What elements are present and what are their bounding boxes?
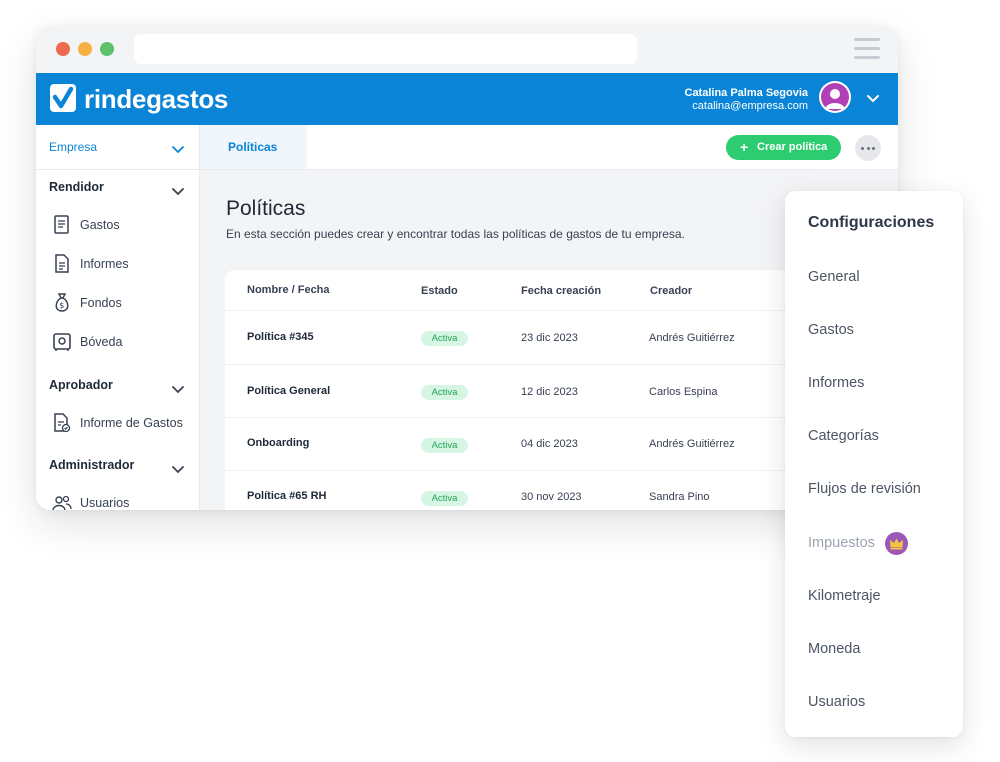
creator-name: Andrés Guitiérrez — [649, 332, 735, 344]
tab-politicas[interactable]: Políticas — [200, 125, 307, 169]
user-icon — [821, 83, 849, 111]
settings-item-moneda[interactable]: Moneda — [808, 641, 860, 657]
window-close-dot[interactable] — [56, 42, 70, 56]
sidebar-item-usuarios[interactable]: Usuarios — [52, 492, 197, 510]
users-icon — [52, 492, 72, 510]
chevron-down-icon — [172, 141, 184, 159]
svg-text:$: $ — [59, 301, 64, 310]
column-header-creator[interactable]: Creador — [650, 285, 692, 297]
status-badge: Activa — [421, 438, 468, 453]
chevron-down-icon[interactable] — [172, 183, 184, 201]
status-badge: Activa — [421, 491, 468, 506]
sidebar-section-administrador[interactable]: Administrador — [49, 458, 134, 472]
settings-item-kilometraje[interactable]: Kilometraje — [808, 588, 881, 604]
plus-icon: + — [740, 139, 749, 155]
tab-bar: Políticas + Crear política — [200, 125, 898, 170]
creator-name: Andrés Guitiérrez — [649, 438, 735, 450]
user-name: Catalina Palma Segovia — [684, 87, 809, 99]
create-policy-button[interactable]: + Crear política — [726, 135, 841, 160]
column-header-date[interactable]: Fecha creación — [521, 285, 601, 297]
tab-label: Políticas — [228, 140, 278, 154]
premium-crown-icon — [885, 532, 908, 555]
settings-item-general[interactable]: General — [808, 269, 860, 285]
settings-item-usuarios[interactable]: Usuarios — [808, 694, 865, 710]
sidebar-item-label: Fondos — [80, 296, 122, 310]
creation-date: 12 dic 2023 — [521, 386, 578, 398]
sidebar-item-boveda[interactable]: Bóveda — [52, 331, 197, 355]
report-check-icon — [52, 412, 72, 439]
user-menu-chevron-down-icon[interactable] — [866, 91, 880, 109]
create-policy-label: Crear política — [757, 141, 828, 153]
browser-window: rindegastos Catalina Palma Segovia catal… — [36, 26, 898, 510]
page-description: En esta sección puedes crear y encontrar… — [226, 227, 685, 241]
brand-logo-text: rindegastos — [84, 84, 229, 114]
settings-item-informes[interactable]: Informes — [808, 375, 864, 391]
creator-name: Sandra Pino — [649, 491, 710, 503]
policy-name[interactable]: Política General — [247, 385, 330, 397]
chevron-down-icon[interactable] — [172, 381, 184, 399]
creation-date: 30 nov 2023 — [521, 491, 582, 503]
sidebar-item-informe-de-gastos[interactable]: Informe de Gastos — [52, 412, 197, 436]
sidebar-item-label: Bóveda — [80, 335, 123, 349]
status-badge: Activa — [421, 385, 468, 400]
sidebar-section-rendidor[interactable]: Rendidor — [49, 180, 104, 194]
creation-date: 04 dic 2023 — [521, 438, 578, 450]
sidebar-item-label: Usuarios — [80, 496, 130, 510]
address-bar[interactable] — [134, 34, 637, 64]
creation-date: 23 dic 2023 — [521, 332, 578, 344]
document-icon — [52, 253, 72, 280]
company-select-label: Empresa — [49, 140, 98, 154]
chevron-down-icon[interactable] — [172, 461, 184, 479]
policy-name[interactable]: Onboarding — [247, 437, 309, 449]
sidebar-item-gastos[interactable]: Gastos — [52, 214, 197, 238]
sidebar: Empresa Rendidor Gastos Informes $ Fondo… — [36, 125, 200, 510]
column-header-status[interactable]: Estado — [421, 285, 458, 297]
avatar[interactable] — [819, 81, 851, 113]
sidebar-section-aprobador[interactable]: Aprobador — [49, 378, 113, 392]
company-select[interactable]: Empresa — [36, 125, 199, 170]
policy-name[interactable]: Política #345 — [247, 331, 314, 343]
money-bag-icon: $ — [52, 292, 72, 319]
settings-item-gastos[interactable]: Gastos — [808, 322, 854, 338]
column-header-name[interactable]: Nombre / Fecha — [247, 284, 330, 296]
sidebar-item-fondos[interactable]: $ Fondos — [52, 292, 197, 316]
sidebar-item-label: Informe de Gastos — [80, 416, 183, 430]
policy-name[interactable]: Política #65 RH — [247, 490, 326, 502]
settings-dropdown-menu: Configuraciones General Gastos Informes … — [785, 191, 963, 737]
receipt-icon — [52, 214, 72, 241]
user-email: catalina@empresa.com — [692, 100, 808, 112]
sidebar-item-label: Informes — [80, 257, 129, 271]
status-badge: Activa — [421, 331, 468, 346]
sidebar-item-informes[interactable]: Informes — [52, 253, 197, 277]
vault-icon — [52, 331, 72, 358]
creator-name: Carlos Espina — [649, 386, 718, 398]
app-header: rindegastos Catalina Palma Segovia catal… — [36, 73, 898, 125]
page-title: Políticas — [226, 197, 306, 220]
settings-item-flujos-de-revision[interactable]: Flujos de revisión — [808, 481, 921, 497]
sidebar-item-label: Gastos — [80, 218, 120, 232]
settings-item-categorias[interactable]: Categorías — [808, 428, 879, 444]
logo-check-icon — [50, 84, 76, 112]
more-options-icon[interactable] — [855, 135, 881, 161]
window-maximize-dot[interactable] — [100, 42, 114, 56]
settings-item-impuestos[interactable]: Impuestos — [808, 535, 875, 551]
browser-chrome — [36, 26, 898, 73]
window-minimize-dot[interactable] — [78, 42, 92, 56]
settings-menu-title: Configuraciones — [808, 214, 935, 231]
browser-menu-icon[interactable] — [854, 38, 880, 60]
